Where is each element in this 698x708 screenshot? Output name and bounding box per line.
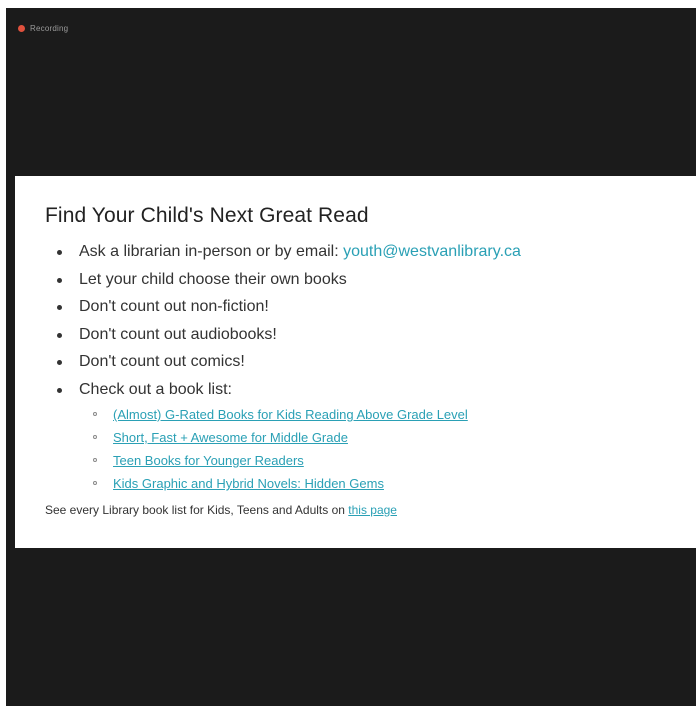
book-list-item: Kids Graphic and Hybrid Novels: Hidden G… [91,472,666,495]
book-list-link[interactable]: (Almost) G-Rated Books for Kids Reading … [113,407,468,422]
book-list-link[interactable]: Kids Graphic and Hybrid Novels: Hidden G… [113,476,384,491]
bullet-text: Don't count out audiobooks! [79,325,277,343]
footer-line: See every Library book list for Kids, Te… [45,503,666,517]
recording-label: Recording [30,24,69,33]
record-dot-icon [18,25,25,32]
bullet-text: Don't count out non-fiction! [79,298,269,315]
bullet-text: Ask a librarian in-person or by email: [79,243,344,260]
book-list-item: (Almost) G-Rated Books for Kids Reading … [91,403,666,426]
book-list-item: Short, Fast + Awesome for Middle Grade [91,426,666,449]
book-list-item: Teen Books for Younger Readers [91,449,666,472]
email-link[interactable]: youth@westvanlibrary.ca [343,243,521,260]
this-page-link[interactable]: this page [348,503,397,517]
footer-text: See every Library book list for Kids, Te… [45,503,349,517]
bullet-list: Ask a librarian in-person or by email: y… [45,238,666,495]
book-list-link[interactable]: Short, Fast + Awesome for Middle Grade [113,430,348,445]
bullet-text: Let your child choose their own books [79,270,347,288]
bullet-item: Let your child choose their own books [55,266,666,294]
book-list-links: (Almost) G-Rated Books for Kids Reading … [79,403,666,495]
video-stage: Recording Find Your Child's Next Great R… [6,8,696,706]
book-list-link[interactable]: Teen Books for Younger Readers [113,453,304,468]
bullet-item: Ask a librarian in-person or by email: y… [55,238,666,266]
bullet-text: Check out a book list: [79,380,232,398]
bullet-item: Don't count out audiobooks! [55,321,666,349]
bullet-item: Don't count out non-fiction! [55,293,666,321]
bullet-item: Don't count out comics! [55,348,666,376]
bullet-text: Don't count out comics! [79,353,245,370]
slide-title: Find Your Child's Next Great Read [45,204,369,227]
shared-slide: Find Your Child's Next Great Read Ask a … [15,176,696,548]
bullet-item: Check out a book list: (Almost) G-Rated … [55,376,666,496]
recording-indicator: Recording [18,24,68,33]
